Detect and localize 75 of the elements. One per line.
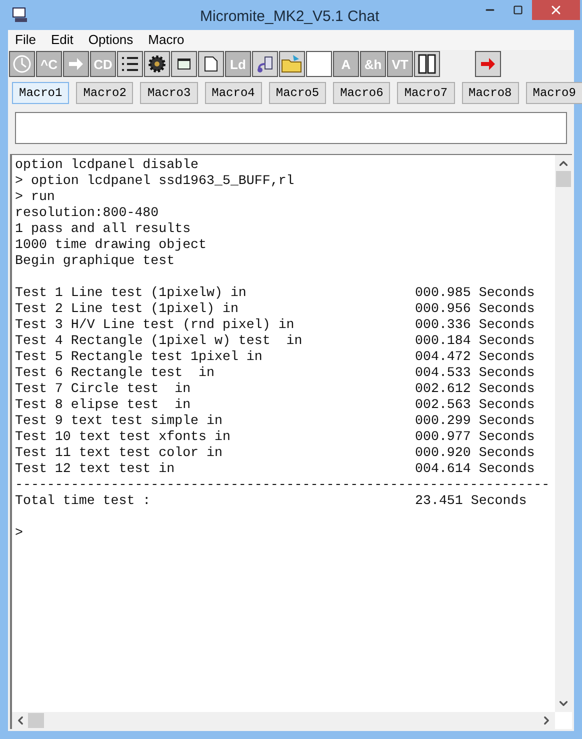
output-line: 1 pass and all results bbox=[15, 221, 191, 237]
output-line: > option lcdpanel ssd1963_5_BUFF,rl bbox=[15, 173, 294, 189]
macro-button[interactable]: Macro4 bbox=[204, 82, 262, 104]
close-icon bbox=[549, 3, 563, 17]
output-line: Test 9 text test simple in bbox=[15, 413, 224, 429]
horizontal-scrollbar[interactable] bbox=[12, 712, 555, 729]
output-line: Test 5 Rectangle test 1pixel in bbox=[15, 349, 264, 365]
arrow-icon bbox=[68, 57, 84, 71]
output-line: Test 2 Line test (1pixel) in bbox=[15, 301, 240, 317]
window-title: Micromite_MK2_V5.1 Chat bbox=[200, 7, 380, 27]
maximize-icon bbox=[513, 5, 523, 15]
output-line: Test 4 Rectangle (1pixel w) test in bbox=[15, 333, 304, 349]
clock-icon bbox=[12, 54, 32, 74]
toolbar-button[interactable] bbox=[144, 51, 170, 77]
output-value: 004.533 Seconds bbox=[415, 365, 535, 381]
output-value: 000.956 Seconds bbox=[415, 301, 535, 317]
output-line: Total time test : bbox=[15, 493, 152, 509]
scroll-thumb[interactable] bbox=[28, 713, 44, 728]
output-line: Test 11 text test color in bbox=[15, 445, 224, 461]
output-line: > run bbox=[15, 189, 55, 205]
output-line: resolution:800-480 bbox=[15, 205, 159, 221]
close-button[interactable] bbox=[532, 0, 580, 20]
toolbar-button[interactable] bbox=[198, 51, 224, 77]
output-line: 1000 time drawing object bbox=[15, 237, 207, 253]
menu-item[interactable]: Macro bbox=[148, 30, 184, 50]
toolbar-button[interactable] bbox=[171, 51, 197, 77]
output-value: 000.985 Seconds bbox=[415, 285, 535, 301]
output-value: 000.336 Seconds bbox=[415, 317, 535, 333]
output-line: Test 10 text test xfonts in bbox=[15, 429, 232, 445]
macro-button[interactable]: Macro7 bbox=[397, 82, 455, 104]
toolbar-button[interactable] bbox=[252, 51, 278, 77]
app-icon bbox=[12, 7, 28, 23]
output-value: 002.563 Seconds bbox=[415, 397, 535, 413]
output-value: 23.451 Seconds bbox=[415, 493, 527, 509]
plug-icon bbox=[255, 54, 275, 74]
output-line: Test 1 Line test (1pixelw) in bbox=[15, 285, 248, 301]
folder-icon bbox=[281, 54, 303, 74]
output-value: 004.472 Seconds bbox=[415, 349, 535, 365]
menu-item[interactable]: Edit bbox=[50, 30, 74, 50]
macro-button[interactable]: Macro3 bbox=[140, 82, 198, 104]
macro-button[interactable]: Macro2 bbox=[76, 82, 134, 104]
output-line: Test 8 elipse test in bbox=[15, 397, 192, 413]
arrow-icon bbox=[480, 57, 496, 71]
output-line: > bbox=[15, 525, 23, 541]
output-line: ------------------------------------------------------------------- bbox=[15, 477, 550, 493]
macro-button[interactable]: Macro5 bbox=[268, 82, 326, 104]
blank-button[interactable] bbox=[306, 51, 332, 77]
output-line: Begin graphique test bbox=[15, 253, 175, 269]
scroll-thumb[interactable] bbox=[556, 171, 571, 187]
toolbar-button[interactable] bbox=[414, 51, 440, 77]
macro-button[interactable]: Macro1 bbox=[12, 82, 70, 104]
output-value: 004.614 Seconds bbox=[415, 461, 535, 477]
menu-item[interactable]: File bbox=[15, 30, 36, 50]
output-value: 000.299 Seconds bbox=[415, 413, 535, 429]
output-line: option lcdpanel disable bbox=[15, 157, 199, 173]
window-icon bbox=[177, 58, 191, 70]
menu-item[interactable]: Options bbox=[88, 30, 134, 50]
command-input[interactable] bbox=[15, 112, 567, 144]
toolbar-button[interactable] bbox=[117, 51, 143, 77]
page-icon bbox=[204, 56, 218, 72]
macro-button[interactable]: Macro9 bbox=[526, 82, 582, 104]
output-value: 000.184 Seconds bbox=[415, 333, 535, 349]
output-line: Test 7 Circle test in bbox=[15, 381, 192, 397]
output-value: 000.977 Seconds bbox=[415, 429, 535, 445]
vertical-scrollbar[interactable] bbox=[555, 155, 572, 712]
output-value: 002.612 Seconds bbox=[415, 381, 535, 397]
gear-icon bbox=[147, 54, 167, 74]
output-line: Test 6 Rectangle test in bbox=[15, 365, 216, 381]
list-icon bbox=[120, 54, 140, 74]
output-line: Test 12 text test in bbox=[15, 461, 176, 477]
output-value: 000.920 Seconds bbox=[415, 445, 535, 461]
macro-button[interactable]: Macro6 bbox=[333, 82, 390, 104]
macro-button[interactable]: Macro8 bbox=[462, 82, 519, 104]
output-line: Test 3 H/V Line test (rnd pixel) in bbox=[15, 317, 296, 333]
columns-icon bbox=[418, 54, 436, 74]
